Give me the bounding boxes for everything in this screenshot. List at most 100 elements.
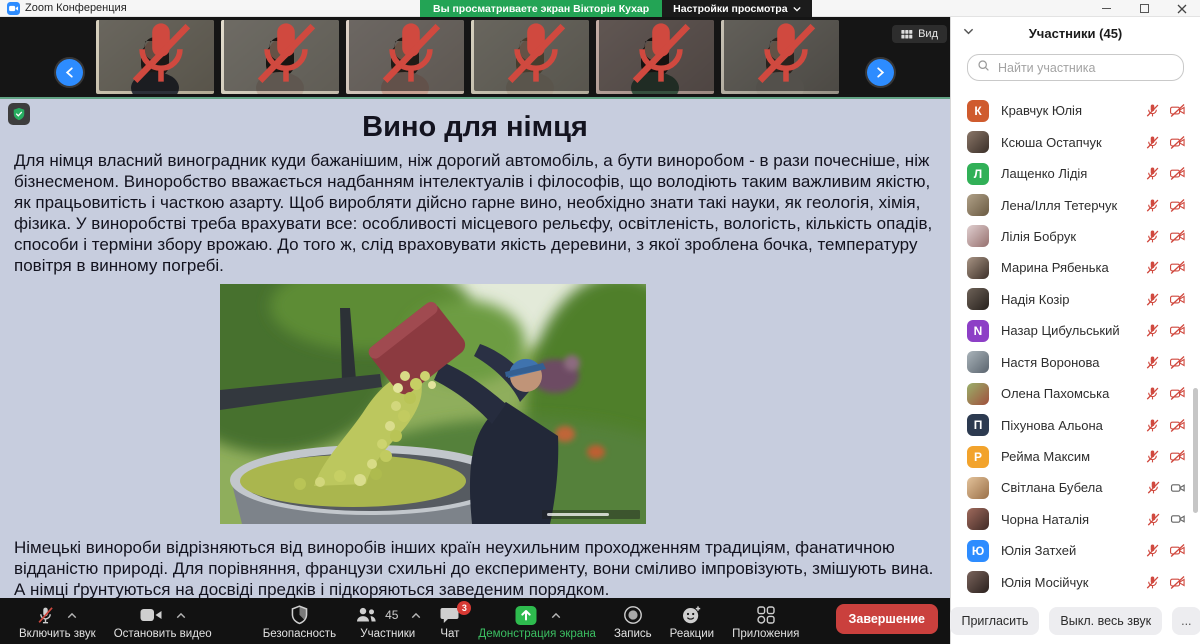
document-title: Вино для німця — [0, 111, 950, 144]
record-icon — [623, 605, 643, 625]
video-thumbnail[interactable]: Думанська Настя — [721, 20, 839, 94]
chat-badge: 3 — [457, 601, 471, 615]
toolbar-label: Чат — [440, 628, 459, 640]
toolbar-stop-video-button[interactable]: Остановить видео — [114, 604, 212, 640]
meeting-toolbar: Включить звук Остановить видео Безопасност… — [0, 598, 950, 644]
video-thumbnail[interactable]: Ірина Вівсюк — [471, 20, 589, 94]
participants-list: ККравчук Юлія Ксюша Остапчук ЛЛащенко Лі… — [951, 95, 1200, 598]
panel-title: Участники (45) — [1029, 26, 1123, 41]
share-screen-icon — [514, 605, 538, 626]
prev-thumbnails-button[interactable] — [56, 59, 83, 86]
chevron-up-icon[interactable] — [67, 612, 77, 619]
panel-footer: Пригласить Выкл. весь звук ... — [951, 598, 1200, 644]
reactions-icon — [681, 605, 702, 625]
video-thumbnail[interactable]: Анна Стан — [346, 20, 464, 94]
minimize-button[interactable] — [1100, 3, 1112, 15]
toolbar-unmute-button[interactable]: Включить звук — [19, 604, 96, 640]
avatar — [967, 257, 989, 279]
mute-all-button[interactable]: Выкл. весь звук — [1049, 607, 1162, 635]
toolbar-participants-button[interactable]: 45Участники — [354, 604, 421, 640]
mic-muted-icon — [727, 20, 839, 90]
participant-row[interactable]: Лілія Бобрук — [951, 221, 1200, 252]
toolbar-label: Реакции — [670, 628, 714, 640]
meeting-main-area: Чорна Наталія Даша Горенська Анна Стан — [0, 17, 950, 644]
participant-row[interactable]: Юлія Мосійчук — [951, 567, 1200, 598]
avatar: N — [967, 320, 989, 342]
avatar: Ю — [967, 540, 989, 562]
participant-row[interactable]: П Піхунова Альона — [951, 409, 1200, 440]
toolbar-reactions-button[interactable]: Реакции — [670, 604, 714, 640]
video-thumbnail[interactable]: Даша Горенська — [221, 20, 339, 94]
participant-row[interactable]: N Назар Цибульський — [951, 315, 1200, 346]
zoom-logo-icon — [7, 2, 20, 15]
avatar — [967, 131, 989, 153]
participant-name: Лащенко Лідія — [1001, 166, 1145, 181]
participant-row[interactable]: Ксюша Остапчук — [951, 126, 1200, 157]
chevron-up-icon[interactable] — [176, 612, 186, 619]
participant-name: Юлія Затхей — [1001, 543, 1145, 558]
thumbnail-rail: Чорна Наталія Даша Горенська Анна Стан — [96, 20, 839, 94]
video-thumbnail[interactable]: Чорна Наталія — [96, 20, 214, 94]
avatar: П — [967, 414, 989, 436]
mic-muted-icon — [1145, 166, 1160, 181]
thumbnail-name-badge: Катерина Антонюк (М... — [599, 20, 714, 91]
toolbar-label: Приложения — [732, 628, 799, 640]
view-mode-button[interactable]: Вид — [892, 25, 947, 43]
view-settings-button[interactable]: Настройки просмотра — [662, 0, 811, 17]
encryption-shield-icon[interactable] — [8, 103, 30, 125]
video-off-icon — [1169, 449, 1186, 464]
participant-name: Піхунова Альона — [1001, 418, 1145, 433]
chevron-down-icon — [963, 27, 974, 36]
participant-row[interactable]: Чорна Наталія — [951, 504, 1200, 535]
participant-row[interactable]: Олена Пахомська — [951, 378, 1200, 409]
invite-button[interactable]: Пригласить — [950, 607, 1039, 635]
participant-row[interactable]: Настя Воронова — [951, 347, 1200, 378]
avatar — [967, 288, 989, 310]
share-banner-group: Вы просматриваете экран Вікторія Кухар Н… — [420, 0, 812, 17]
participant-name: Кравчук Юлія — [1001, 103, 1145, 118]
toolbar-chat-button[interactable]: 3Чат — [439, 604, 460, 640]
search-input[interactable] — [996, 60, 1174, 76]
maximize-button[interactable] — [1138, 3, 1150, 15]
participant-row[interactable]: Надія Козір — [951, 284, 1200, 315]
next-thumbnails-button[interactable] — [867, 59, 894, 86]
toolbar-record-button[interactable]: Запись — [614, 604, 652, 640]
shared-screen: Вино для німця Для німця власний виногра… — [0, 97, 950, 598]
participant-name: Настя Воронова — [1001, 355, 1145, 370]
mic-muted-icon — [1145, 386, 1160, 401]
participant-name: Чорна Наталія — [1001, 512, 1146, 527]
video-off-icon — [1169, 260, 1186, 275]
close-icon — [1177, 4, 1187, 14]
participant-row[interactable]: РРейма Максим — [951, 441, 1200, 472]
toolbar-apps-button[interactable]: Приложения — [732, 604, 799, 640]
end-meeting-button[interactable]: Завершение — [836, 604, 938, 634]
participant-name: Світлана Бубела — [1001, 480, 1146, 495]
participant-row[interactable]: Ю Юлія Затхей — [951, 535, 1200, 566]
toolbar-share-screen-button[interactable]: Демонстрация экрана — [478, 604, 596, 640]
mic-muted-icon — [1146, 512, 1161, 527]
mic-muted-icon — [1145, 198, 1160, 213]
mic-muted-icon — [477, 20, 589, 90]
participant-row[interactable]: ККравчук Юлія — [951, 95, 1200, 126]
video-off-icon — [1169, 575, 1186, 590]
mic-muted-icon — [102, 20, 214, 90]
close-button[interactable] — [1176, 3, 1188, 15]
video-thumbnail[interactable]: Катерина Антонюк (М... — [596, 20, 714, 94]
video-off-icon — [1169, 103, 1186, 118]
scrollbar-thumb[interactable] — [1193, 388, 1198, 513]
more-options-button[interactable]: ... — [1172, 607, 1200, 635]
participant-row[interactable]: Марина Рябенька — [951, 252, 1200, 283]
participant-row[interactable]: Світлана Бубела — [951, 472, 1200, 503]
chevron-down-icon — [793, 6, 801, 12]
participant-search[interactable] — [967, 54, 1184, 81]
chevron-up-icon[interactable] — [551, 612, 561, 619]
toolbar-security-button[interactable]: Безопасность — [263, 604, 336, 640]
collapse-panel-button[interactable] — [963, 27, 974, 36]
participant-name: Назар Цибульський — [1001, 323, 1145, 338]
video-off-icon — [1169, 198, 1186, 213]
avatar — [967, 225, 989, 247]
participant-row[interactable]: ЛЛащенко Лідія — [951, 158, 1200, 189]
document-paragraph-1: Для німця власний виноградник куди бажан… — [14, 150, 936, 276]
chevron-up-icon[interactable] — [411, 612, 421, 619]
participant-row[interactable]: Лена/Ілля Тетерчук — [951, 189, 1200, 220]
